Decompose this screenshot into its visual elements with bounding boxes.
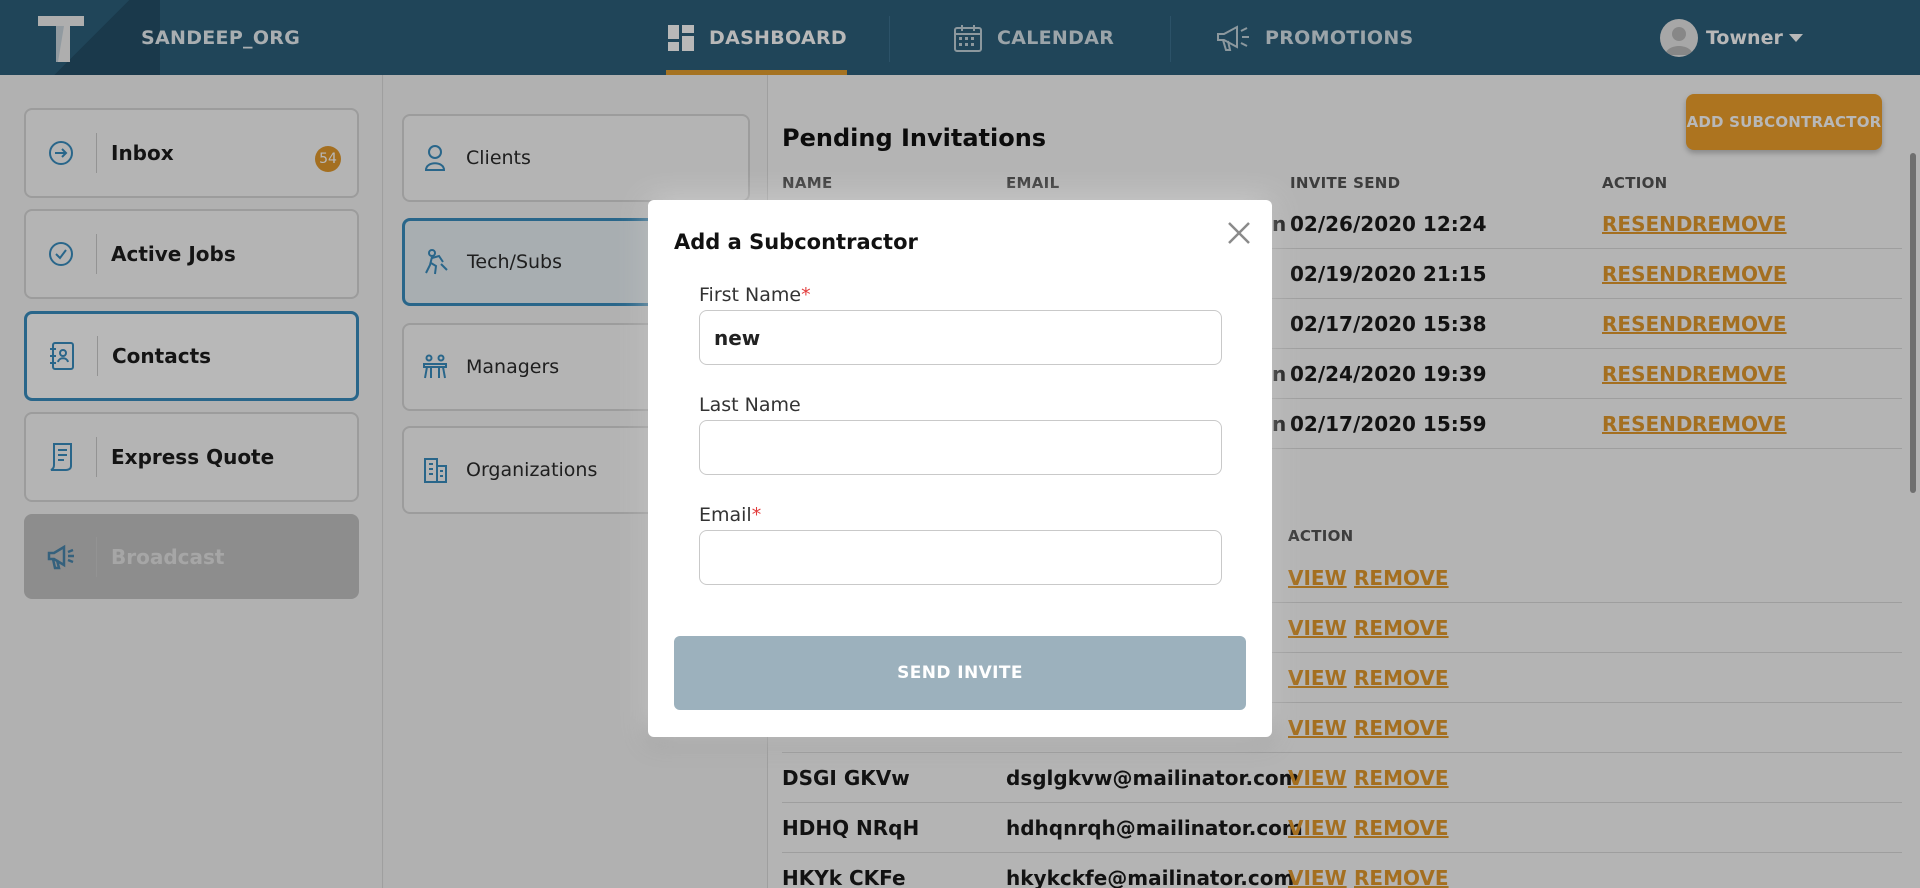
email-field[interactable] [699,530,1222,585]
close-icon[interactable] [1224,218,1254,248]
required-asterisk: * [801,284,811,306]
last-name-field[interactable] [699,420,1222,475]
send-invite-button[interactable]: SEND INVITE [674,636,1246,710]
required-asterisk: * [751,504,762,526]
first-name-label-text: First Name [699,284,802,306]
email-label: Email* [699,504,761,526]
first-name-label: First Name* [699,284,811,306]
email-label-text: Email [699,504,752,526]
dialog-title: Add a Subcontractor [674,230,918,254]
add-subcontractor-dialog: Add a Subcontractor First Name* Last Nam… [648,200,1272,737]
first-name-field[interactable] [699,310,1222,365]
last-name-label: Last Name [699,394,801,416]
